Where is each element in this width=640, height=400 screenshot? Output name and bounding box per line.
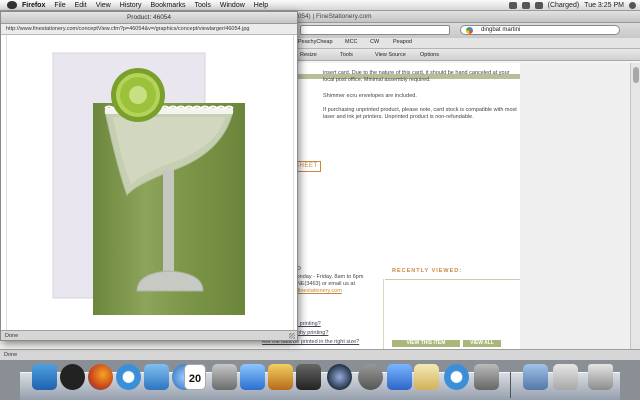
resize-handle-icon[interactable] — [289, 333, 295, 339]
description-text-1: insert card. Due to the nature of this c… — [323, 70, 510, 83]
devbar-tools[interactable]: Tools — [340, 52, 353, 58]
menu-bookmarks[interactable]: Bookmarks — [151, 2, 186, 9]
ical-icon[interactable]: 20 — [184, 364, 206, 390]
recently-viewed-heading: RECENTLY VIEWED: — [392, 268, 463, 274]
system-preferences-icon[interactable] — [358, 364, 383, 390]
product-popup-window: Product: 46054 http://www.finestationery… — [0, 11, 298, 341]
app-store-icon[interactable] — [387, 364, 412, 390]
description-text-3: If purchasing unprinted product, please … — [323, 107, 517, 120]
google-icon — [466, 27, 473, 34]
spotlight-icon[interactable] — [629, 2, 636, 9]
popup-url-bar[interactable]: http://www.finestationery.com/conceptVie… — [1, 24, 297, 35]
scroll-thumb[interactable] — [633, 67, 639, 83]
battery-status[interactable]: (Charged) — [548, 2, 580, 9]
devbar-options[interactable]: Options — [420, 52, 439, 58]
firefox-icon[interactable] — [88, 364, 113, 390]
preview-icon[interactable] — [414, 364, 439, 390]
view-all-button[interactable]: VIEW ALL — [463, 340, 501, 347]
status-text: Done — [4, 352, 18, 358]
browser-icon[interactable] — [444, 364, 469, 390]
finder-icon[interactable] — [32, 364, 57, 390]
popup-title: Product: 46054 — [1, 12, 297, 24]
spaces-icon[interactable] — [296, 364, 321, 390]
menu-edit[interactable]: Edit — [75, 2, 87, 9]
menu-app-name[interactable]: Firefox — [22, 2, 45, 9]
search-value: dingbat martini — [481, 27, 521, 33]
bookmark-peachycheap[interactable]: PeachyCheap — [298, 39, 333, 45]
bookmark-cw[interactable]: CW — [370, 39, 379, 45]
trash-icon[interactable] — [588, 364, 613, 390]
menu-extras: (Charged) Tue 3:25 PM — [508, 0, 636, 11]
volume-icon[interactable] — [521, 2, 530, 9]
view-this-item-button[interactable]: VIEW THIS ITEM — [392, 340, 460, 347]
menu-tools[interactable]: Tools — [195, 2, 211, 9]
dock: 20 — [0, 360, 640, 400]
menu-help[interactable]: Help — [254, 2, 268, 9]
wifi-icon[interactable] — [508, 2, 517, 9]
menu-bar: Firefox File Edit View History Bookmarks… — [0, 0, 640, 11]
clock[interactable]: Tue 3:25 PM — [584, 2, 624, 9]
safari-icon[interactable] — [116, 364, 141, 390]
popup-content — [6, 35, 294, 330]
divider — [385, 279, 520, 280]
battery-icon[interactable] — [534, 2, 543, 9]
photo-booth-icon[interactable] — [268, 364, 293, 390]
vertical-scrollbar[interactable] — [630, 63, 640, 351]
printer-icon[interactable] — [474, 364, 499, 390]
popup-status-bar: Done — [1, 330, 297, 340]
column-divider — [383, 279, 384, 359]
help-hours: Monday - Friday, 8am to 6pm — [292, 274, 364, 280]
bookmark-mcc[interactable]: MCC — [345, 39, 358, 45]
itunes-icon[interactable] — [240, 364, 265, 390]
help-email-link[interactable]: @finestationery.com — [292, 288, 342, 295]
bookmark-peapod[interactable]: Peapod — [393, 39, 412, 45]
help-phone: FINE(3463) or email us at — [292, 281, 355, 287]
documents-stack-icon[interactable] — [553, 364, 578, 390]
search-input[interactable]: dingbat martini — [460, 25, 620, 35]
calendar-date: 20 — [188, 373, 202, 385]
menu-view[interactable]: View — [96, 2, 111, 9]
time-machine-icon[interactable] — [327, 364, 352, 390]
apple-menu-icon[interactable] — [7, 1, 17, 9]
devbar-resize[interactable]: Resize — [300, 52, 317, 58]
ichat-icon[interactable] — [144, 364, 169, 390]
page-right-margin — [520, 63, 630, 351]
applications-folder-icon[interactable] — [523, 364, 548, 390]
popup-status-text: Done — [5, 333, 19, 339]
status-bar: Done — [0, 349, 640, 360]
devbar-view-source[interactable]: View Source — [375, 52, 406, 58]
dashboard-icon[interactable] — [60, 364, 85, 390]
iphoto-icon[interactable] — [212, 364, 237, 390]
address-bar[interactable] — [300, 25, 450, 35]
menu-file[interactable]: File — [54, 2, 65, 9]
description-text-2: Shimmer ecru envelopes are included. — [323, 93, 417, 99]
menu-history[interactable]: History — [120, 2, 142, 9]
dock-separator — [510, 372, 511, 398]
product-image — [52, 52, 245, 315]
menu-window[interactable]: Window — [220, 2, 245, 9]
